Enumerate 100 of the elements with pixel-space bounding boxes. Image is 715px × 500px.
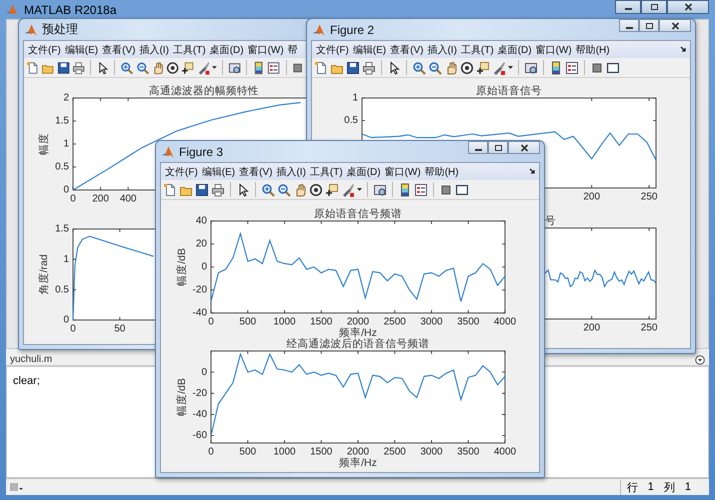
legend-icon[interactable] (565, 60, 579, 74)
close-button[interactable] (667, 0, 709, 14)
new-file-icon[interactable] (314, 60, 328, 74)
minimize-button[interactable] (468, 141, 488, 154)
tick-label: 3500 (457, 446, 480, 458)
new-file-icon[interactable] (26, 60, 40, 74)
tick-label: 1 (63, 138, 69, 150)
menu-item[interactable]: 窗口(W) (384, 164, 422, 178)
menu-item[interactable]: 查看(V) (238, 164, 274, 178)
close-button[interactable] (659, 19, 691, 32)
square-icon[interactable] (439, 182, 453, 196)
square-icon[interactable] (590, 60, 604, 74)
printer-icon[interactable] (211, 182, 225, 196)
maximize-button[interactable] (641, 0, 667, 14)
menu-item[interactable]: 插入(I) (138, 42, 170, 56)
axis-label: 频率/Hz (339, 326, 377, 339)
square-icon[interactable] (291, 60, 305, 74)
menu-item[interactable]: 工具(T) (172, 42, 207, 56)
tick-label: 0 (63, 184, 69, 196)
zoom-out-icon[interactable] (428, 60, 442, 74)
crosshair-icon[interactable] (476, 60, 490, 74)
window-icon[interactable] (606, 60, 620, 74)
rotate-icon[interactable] (460, 60, 474, 74)
menu-item[interactable]: 桌面(D) (496, 42, 533, 56)
row-label: 行 (626, 480, 638, 494)
zoom-out-icon[interactable] (136, 60, 149, 74)
axis-label: 角度/rad (38, 254, 50, 295)
printer-icon[interactable] (72, 60, 86, 74)
colorbar-icon[interactable] (549, 60, 563, 74)
legend-icon[interactable] (414, 182, 428, 196)
tick-label: 1 (352, 92, 358, 104)
window-icon[interactable] (455, 182, 469, 196)
crosshair-icon[interactable] (325, 182, 339, 196)
screen-icon[interactable] (373, 182, 387, 196)
menu-item[interactable]: 编辑(E) (352, 42, 388, 56)
chart-title: 经高通滤波后的语音信号频谱 (286, 338, 430, 350)
tick-label: 3500 (457, 316, 480, 328)
menu-item[interactable]: 帮 (286, 42, 299, 56)
tick-label: 400 (120, 194, 136, 205)
rotate-icon[interactable] (309, 182, 323, 196)
maximize-button[interactable] (639, 19, 659, 32)
close-button[interactable] (508, 141, 540, 154)
peak-logo-icon (25, 24, 37, 36)
tick-label: 500 (239, 316, 256, 328)
menu-item[interactable]: 窗口(W) (534, 42, 573, 56)
brush-icon[interactable] (492, 60, 506, 74)
save-icon[interactable] (195, 182, 209, 196)
screen-icon[interactable] (228, 60, 241, 74)
caret-icon[interactable] (212, 66, 217, 69)
caret-icon[interactable] (508, 66, 513, 69)
menu-item[interactable]: 编辑(E) (200, 164, 236, 178)
zoom-in-icon[interactable] (412, 60, 426, 74)
colorbar-icon[interactable] (398, 182, 412, 196)
tick-label: 4000 (494, 316, 516, 328)
tick-label: 2000 (346, 316, 370, 328)
menu-item[interactable]: 文件(F) (27, 42, 62, 56)
menu-item[interactable]: 帮助(H) (424, 164, 460, 178)
dock-arrow-icon[interactable] (529, 168, 536, 175)
file-tab[interactable]: yuchuli.m (10, 354, 52, 365)
tick-label: 200 (92, 194, 109, 205)
menu-item[interactable]: 窗口(W) (246, 42, 285, 56)
close-icon (670, 22, 680, 30)
menu-item[interactable]: 查看(V) (389, 42, 424, 56)
crosshair-icon[interactable] (181, 60, 195, 74)
grip-icon[interactable] (10, 482, 24, 492)
menu-item[interactable]: 帮助(H) (574, 42, 611, 56)
printer-icon[interactable] (362, 60, 376, 74)
menu-item[interactable]: 桌面(D) (346, 164, 382, 178)
zoom-out-icon[interactable] (277, 182, 291, 196)
zoom-in-icon[interactable] (120, 60, 134, 74)
save-icon[interactable] (346, 60, 360, 74)
brush-icon[interactable] (196, 60, 210, 74)
menu-item[interactable]: 文件(F) (164, 164, 199, 178)
axis-label: 频率/Hz (339, 456, 377, 469)
menu-item[interactable]: 工具(T) (460, 42, 495, 56)
menu-item[interactable]: 桌面(D) (208, 42, 245, 56)
tick-label: -40 (192, 308, 207, 319)
brush-icon[interactable] (341, 182, 355, 196)
dropdown-icon[interactable] (695, 355, 705, 365)
tick-label: 1000 (273, 316, 296, 328)
maximize-icon (494, 144, 502, 152)
legend-icon[interactable] (267, 60, 280, 74)
rotate-icon[interactable] (166, 60, 180, 74)
menu-item[interactable]: 编辑(E) (64, 42, 100, 56)
menu-item[interactable]: 工具(T) (308, 164, 344, 178)
dock-arrow-icon[interactable] (680, 46, 687, 53)
caret-icon[interactable] (357, 188, 362, 191)
screen-icon[interactable] (524, 60, 538, 74)
minimize-button[interactable] (619, 19, 639, 32)
zoom-in-icon[interactable] (261, 182, 275, 196)
tick-label: 0 (70, 194, 76, 205)
menu-item[interactable]: 查看(V) (101, 42, 136, 56)
minimize-button[interactable] (615, 0, 641, 14)
menu-item[interactable]: 插入(I) (426, 42, 458, 56)
menu-item[interactable]: 文件(F) (315, 42, 350, 56)
save-icon[interactable] (56, 60, 70, 74)
tick-label: 1 (63, 254, 69, 265)
new-file-icon[interactable] (163, 182, 177, 196)
menu-item[interactable]: 插入(I) (275, 164, 307, 178)
maximize-button[interactable] (488, 141, 508, 154)
